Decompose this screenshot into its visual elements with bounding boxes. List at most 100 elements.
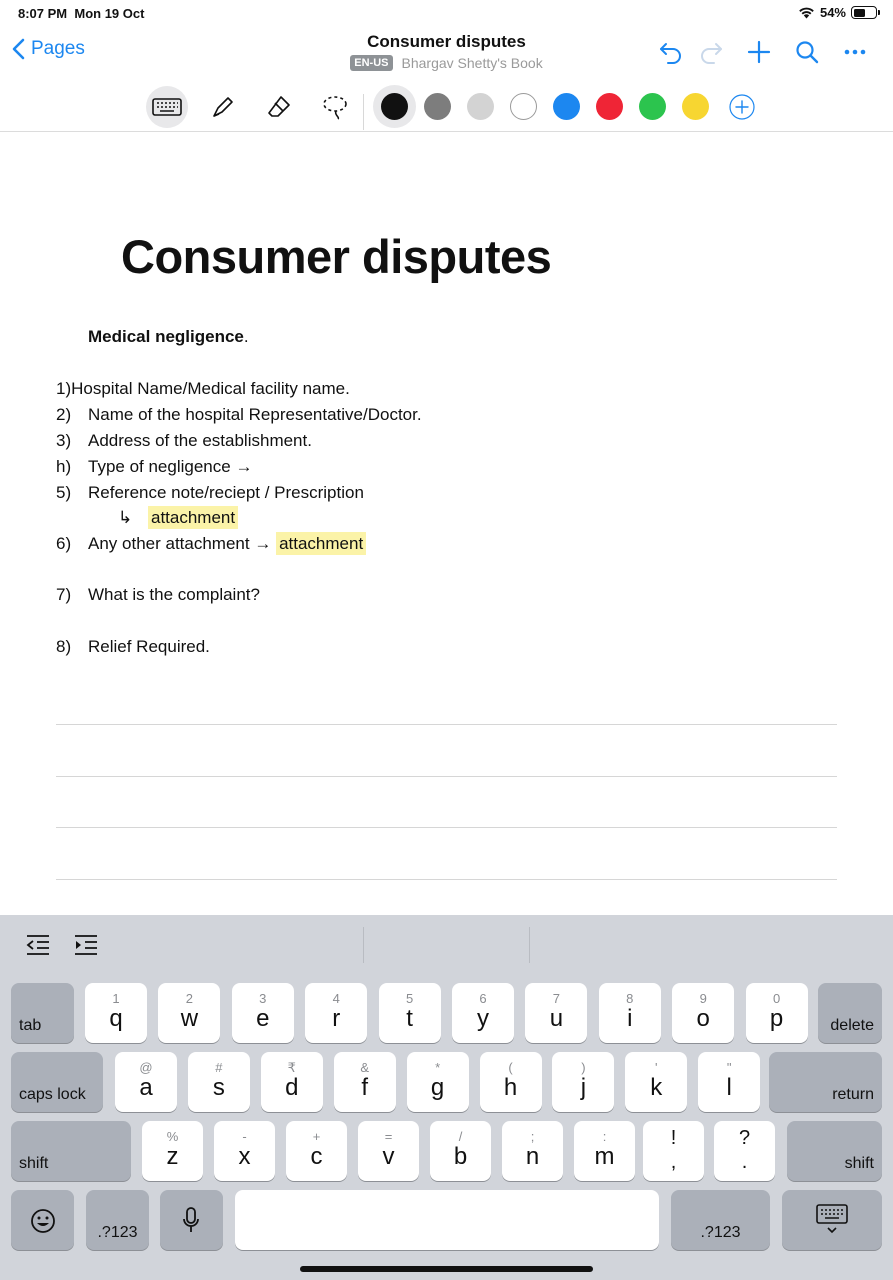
key-e[interactable]: 3e bbox=[231, 983, 294, 1043]
return-key[interactable]: return bbox=[769, 1052, 882, 1112]
status-bar: 8:07 PM Mon 19 Oct 54% bbox=[0, 0, 893, 28]
shift-key-right[interactable]: shift bbox=[787, 1121, 882, 1181]
redo-button[interactable] bbox=[691, 36, 731, 68]
ruled-line bbox=[56, 879, 837, 880]
color-swatch-black[interactable] bbox=[381, 93, 408, 120]
attachment-link[interactable]: attachment bbox=[148, 506, 239, 529]
lasso-tool[interactable] bbox=[314, 86, 356, 128]
key-n[interactable]: ; n bbox=[502, 1121, 563, 1181]
lasso-icon bbox=[323, 96, 347, 120]
key-p[interactable]: 0p bbox=[745, 983, 808, 1043]
key-q[interactable]: 1q bbox=[85, 983, 147, 1043]
search-button[interactable] bbox=[787, 36, 827, 68]
ruled-line bbox=[56, 776, 837, 777]
numbers-key-left[interactable]: .?123 bbox=[86, 1190, 149, 1250]
key-s[interactable]: # s bbox=[187, 1052, 250, 1112]
note-page[interactable]: Consumer disputes Medical negligence. 1)… bbox=[0, 133, 893, 915]
key-v[interactable]: = v bbox=[358, 1121, 419, 1181]
ruled-line bbox=[56, 827, 837, 828]
status-right: 54% bbox=[798, 5, 880, 20]
outdent-button[interactable] bbox=[25, 933, 51, 957]
book-name[interactable]: Bhargav Shetty's Book bbox=[402, 55, 543, 71]
color-swatch-red[interactable] bbox=[596, 93, 623, 120]
more-icon bbox=[844, 49, 866, 55]
onscreen-keyboard: tab 1q2w3e4r5t6y7u8i9o0p delete caps loc… bbox=[0, 915, 893, 1280]
nav-actions bbox=[643, 36, 875, 68]
list-item: 1)Hospital Name/Medical facility name. bbox=[56, 379, 350, 398]
list-item: 3) Address of the establishment. bbox=[56, 431, 312, 450]
keyboard-dismiss-icon bbox=[816, 1204, 848, 1234]
outdent-icon bbox=[26, 935, 49, 955]
add-page-button[interactable] bbox=[739, 36, 779, 68]
add-icon bbox=[747, 40, 771, 64]
keyboard-icon bbox=[152, 98, 182, 116]
key-x[interactable]: -x bbox=[214, 1121, 275, 1181]
status-time: 8:07 PM Mon 19 Oct bbox=[18, 6, 145, 21]
list-item: h) Type of negligence → bbox=[56, 457, 253, 476]
key-c[interactable]: + c bbox=[286, 1121, 347, 1181]
pen-tool[interactable] bbox=[202, 86, 244, 128]
key-f[interactable]: & f bbox=[333, 1052, 396, 1112]
list-item: 2) Name of the hospital Representative/Do… bbox=[56, 405, 422, 424]
list-item: 6) Any other attachment → attachment bbox=[56, 532, 367, 555]
shift-key-left[interactable]: shift bbox=[11, 1121, 131, 1181]
list-item: 5) Reference note/reciept / Prescription bbox=[56, 483, 364, 502]
caps-lock-key[interactable]: caps lock bbox=[11, 1052, 103, 1112]
key-y[interactable]: 6y bbox=[452, 983, 514, 1043]
eraser-tool[interactable] bbox=[258, 86, 300, 128]
key-t[interactable]: 5t bbox=[378, 983, 441, 1043]
key-i[interactable]: 8i bbox=[598, 983, 661, 1043]
color-swatch-light-gray[interactable] bbox=[467, 93, 494, 120]
add-circle-icon bbox=[729, 94, 755, 120]
color-swatch-green[interactable] bbox=[639, 93, 666, 120]
list-item: 8) Relief Required. bbox=[56, 637, 210, 656]
color-swatch-blue[interactable] bbox=[553, 93, 580, 120]
corner-arrow-icon: ↳ bbox=[118, 508, 133, 527]
tab-key[interactable]: tab bbox=[11, 983, 74, 1043]
key-b[interactable]: / b bbox=[430, 1121, 491, 1181]
attachment-link[interactable]: attachment bbox=[276, 532, 367, 555]
key-u[interactable]: 7u bbox=[525, 983, 588, 1043]
key-m[interactable]: :m bbox=[574, 1121, 635, 1181]
key-w[interactable]: 2w bbox=[158, 983, 221, 1043]
key-a[interactable]: @ a bbox=[115, 1052, 177, 1112]
key-l[interactable]: " l bbox=[698, 1052, 761, 1112]
keyboard-tool[interactable] bbox=[146, 86, 188, 128]
note-heading: Consumer disputes bbox=[121, 230, 552, 283]
key-h[interactable]: (h bbox=[479, 1052, 542, 1112]
space-bar[interactable] bbox=[235, 1190, 659, 1250]
nav-bar: Pages Consumer disputes EN-US Bhargav Sh… bbox=[0, 28, 893, 80]
color-swatch-white[interactable] bbox=[510, 93, 537, 120]
indent-button[interactable] bbox=[73, 933, 99, 957]
pen-icon bbox=[213, 97, 233, 117]
key-r[interactable]: 4r bbox=[305, 983, 368, 1043]
redo-icon bbox=[701, 43, 722, 64]
question-period-key[interactable]: ?. bbox=[714, 1121, 775, 1181]
key-k[interactable]: ' k bbox=[625, 1052, 688, 1112]
key-o[interactable]: 9o bbox=[672, 983, 735, 1043]
undo-icon bbox=[660, 43, 681, 64]
language-badge[interactable]: EN-US bbox=[350, 55, 393, 71]
suggestion-divider bbox=[363, 927, 364, 963]
key-d[interactable]: ₹ d bbox=[260, 1052, 323, 1112]
key-j[interactable]: ) j bbox=[552, 1052, 615, 1112]
suggestion-divider bbox=[529, 927, 530, 963]
delete-key[interactable]: delete bbox=[818, 983, 882, 1043]
emoji-key[interactable] bbox=[11, 1190, 74, 1250]
key-g[interactable]: * g bbox=[406, 1052, 469, 1112]
eraser-icon bbox=[268, 96, 290, 117]
emoji-icon bbox=[31, 1209, 55, 1233]
note-subheading: Medical negligence. bbox=[88, 327, 249, 346]
add-color-button[interactable] bbox=[721, 86, 763, 128]
color-swatch-yellow[interactable] bbox=[682, 93, 709, 120]
more-button[interactable] bbox=[835, 36, 875, 68]
dictation-key[interactable] bbox=[160, 1190, 223, 1250]
undo-button[interactable] bbox=[651, 36, 691, 68]
indent-icon bbox=[75, 935, 97, 955]
numbers-key-right[interactable]: .?123 bbox=[671, 1190, 770, 1250]
exclamation-comma-key[interactable]: !, bbox=[643, 1121, 704, 1181]
list-item-sub: ↳ attachment bbox=[118, 506, 239, 529]
dismiss-keyboard-key[interactable] bbox=[782, 1190, 882, 1250]
key-z[interactable]: % z bbox=[142, 1121, 203, 1181]
color-swatch-gray[interactable] bbox=[424, 93, 451, 120]
